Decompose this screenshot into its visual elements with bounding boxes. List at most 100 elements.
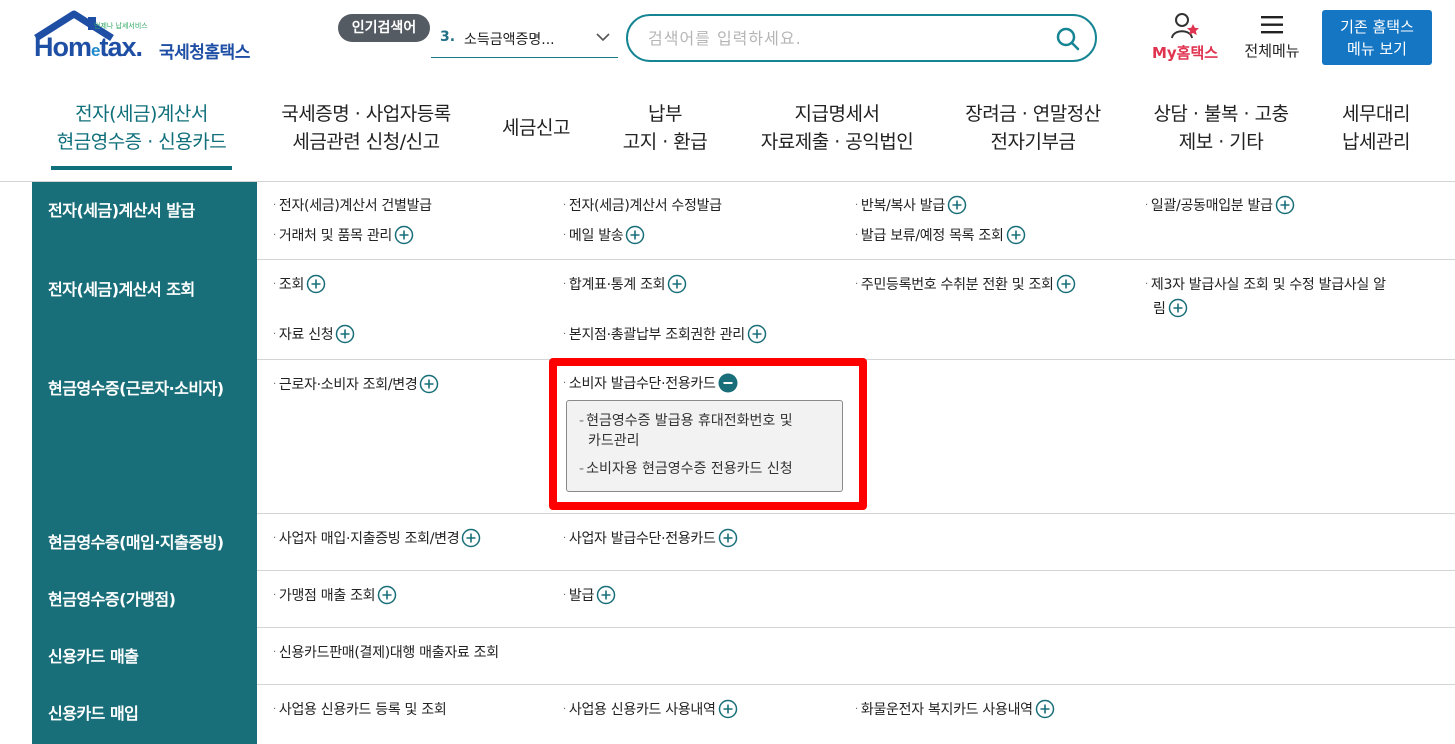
menu-link[interactable]: · 가맹점 매출 조회	[273, 585, 397, 609]
chevron-down-icon	[596, 33, 610, 42]
expand-plus-icon[interactable]	[667, 274, 687, 294]
expand-plus-icon[interactable]	[718, 528, 738, 548]
collapse-minus-icon[interactable]	[718, 373, 738, 393]
menu-link[interactable]: · 사업자 매입·지출증빙 조회/변경	[273, 528, 481, 552]
row-heading: 전자(세금)계산서 발급	[32, 182, 257, 260]
menu-link[interactable]: · 사업용 신용카드 등록 및 조회	[273, 699, 447, 723]
my-hometax-label: My홈택스	[1151, 44, 1219, 62]
hamburger-icon	[1261, 16, 1283, 34]
nav-tab-certificates[interactable]: 국세증명 · 사업자등록 세금관련 신청/신고	[270, 100, 462, 156]
popular-rank: 3.	[440, 29, 456, 45]
popular-term: 소득금액증명...	[464, 32, 555, 48]
menu-link[interactable]: · 근로자·소비자 조회/변경	[273, 374, 439, 398]
search-input[interactable]	[648, 26, 1048, 50]
nav-tab-line: 세무대리	[1342, 103, 1410, 125]
menu-link[interactable]: · 제3자 발급사실 조회 및 수정 발급사실 알림	[1145, 274, 1420, 320]
expand-plus-icon[interactable]	[461, 528, 481, 548]
nav-tab-line: 납세관리	[1342, 131, 1410, 153]
expand-plus-icon[interactable]	[1056, 274, 1076, 294]
submenu-link[interactable]: - 소비자용 현금영수증 전용카드 신청	[579, 459, 834, 479]
nav-tab-payment-statements[interactable]: 지급명세서 자료제출 · 공익법인	[748, 100, 926, 156]
my-hometax-button[interactable]: My홈택스	[1140, 12, 1230, 67]
expand-plus-icon[interactable]	[947, 195, 967, 215]
nav-tab-line: 지급명세서	[794, 103, 880, 125]
nav-tab-line: 장려금 · 연말정산	[965, 103, 1101, 125]
expand-plus-icon[interactable]	[377, 585, 397, 605]
old-hometax-menu-button[interactable]: 기존 홈택스 메뉴 보기	[1322, 10, 1432, 65]
nav-tab-line: 납부	[648, 103, 682, 125]
nav-tab-line: 세금관련 신청/신고	[292, 131, 440, 153]
expand-plus-icon[interactable]	[1275, 195, 1295, 215]
expand-plus-icon[interactable]	[747, 324, 767, 344]
menu-link[interactable]: · 신용카드판매(결제)대행 매출자료 조회	[273, 642, 499, 666]
old-menu-line1: 기존 홈택스	[1340, 18, 1414, 36]
nav-tab-line: 제보 · 기타	[1178, 131, 1264, 153]
nav-tab-line: 현금영수증 · 신용카드	[56, 131, 227, 153]
header: 언제나 납세서비스 Hometax. 국세청홈택스 인기검색어 3. 소득금액증…	[0, 0, 1455, 82]
menu-link[interactable]: · 합계표·통계 조회	[563, 274, 687, 298]
menu-link[interactable]: · 주민등록번호 수취분 전환 및 조회	[855, 274, 1076, 298]
main-nav: 전자(세금)계산서 현금영수증 · 신용카드 국세증명 · 사업자등록 세금관련…	[0, 82, 1455, 182]
menu-link[interactable]: · 본지점·총괄납부 조회권한 관리	[563, 324, 767, 348]
nav-tab-line: 국세증명 · 사업자등록	[281, 103, 451, 125]
menu-row: 전자(세금)계산서 조회 · 조회 · 합계표·통계 조회 · 주민등록번호 수취분 …	[32, 260, 1455, 360]
menu-link[interactable]: · 발급 보류/예정 목록 조회	[855, 225, 1026, 249]
nav-tab-line: 세금신고	[502, 117, 570, 139]
menu-link[interactable]: · 전자(세금)계산서 건별발급	[273, 195, 432, 219]
popular-search-select[interactable]: 3. 소득금액증명...	[431, 22, 618, 58]
menu-link[interactable]: · 전자(세금)계산서 수정발급	[563, 195, 722, 219]
menu-link[interactable]: · 발급	[563, 585, 616, 609]
expand-plus-icon[interactable]	[1035, 699, 1055, 719]
logo-korean-name: 국세청홈택스	[159, 43, 250, 63]
nav-tab-consulting[interactable]: 상담 · 불복 · 고충 제보 · 기타	[1140, 100, 1302, 156]
row-heading: 신용카드 매출	[32, 628, 257, 685]
nav-tab-payment[interactable]: 납부 고지 · 환급	[610, 100, 720, 156]
row-heading: 현금영수증(가맹점)	[32, 571, 257, 628]
search-icon[interactable]	[1055, 26, 1081, 52]
menu-link[interactable]: · 화물운전자 복지카드 사용내역	[855, 699, 1055, 723]
row-heading: 전자(세금)계산서 조회	[32, 260, 257, 360]
all-menu-button[interactable]: 전체메뉴	[1233, 12, 1311, 67]
submenu-link-continued[interactable]: 카드관리	[588, 431, 834, 451]
user-star-icon	[1171, 13, 1199, 39]
menu-link[interactable]: · 일괄/공동매입분 발급	[1145, 195, 1295, 219]
logo-wordmark: Hometax.	[34, 32, 143, 62]
menu-link[interactable]: · 사업용 신용카드 사용내역	[563, 699, 738, 723]
search-box	[626, 14, 1097, 62]
nav-tab-line: 전자(세금)계산서	[75, 103, 208, 125]
row-heading: 현금영수증(근로자·소비자)	[32, 360, 257, 514]
expand-plus-icon[interactable]	[625, 225, 645, 245]
menu-row: 현금영수증(가맹점) · 가맹점 매출 조회 · 발급	[32, 571, 1455, 628]
expand-plus-icon[interactable]	[1006, 225, 1026, 245]
expand-plus-icon[interactable]	[718, 699, 738, 719]
nav-active-underline	[51, 166, 232, 170]
nav-tab-line: 자료제출 · 공익법인	[760, 131, 914, 153]
expand-plus-icon[interactable]	[335, 324, 355, 344]
nav-tab-tax-invoice[interactable]: 전자(세금)계산서 현금영수증 · 신용카드	[51, 100, 232, 156]
expand-plus-icon[interactable]	[394, 225, 414, 245]
all-menu-label: 전체메뉴	[1244, 42, 1300, 60]
nav-tab-line: 상담 · 불복 · 고충	[1153, 103, 1289, 125]
logo-tagline: 언제나 납세서비스	[94, 22, 148, 30]
menu-link[interactable]: · 자료 신청	[273, 324, 355, 348]
menu-link[interactable]: · 거래처 및 품목 관리	[273, 225, 414, 249]
row-heading: 신용카드 매입	[32, 685, 257, 744]
submenu-link[interactable]: - 현금영수증 발급용 휴대전화번호 및	[579, 411, 834, 431]
menu-row: 신용카드 매출 · 신용카드판매(결제)대행 매출자료 조회	[32, 628, 1455, 685]
hometax-logo[interactable]: 언제나 납세서비스 Hometax. 국세청홈택스	[32, 10, 272, 70]
menu-link[interactable]: · 소비자 발급수단·전용카드	[563, 373, 738, 397]
expand-plus-icon[interactable]	[419, 374, 439, 394]
submenu-table: 전자(세금)계산서 발급 · 전자(세금)계산서 건별발급 · 전자(세금)계산서 …	[32, 182, 1455, 744]
menu-link[interactable]: · 메일 발송	[563, 225, 645, 249]
expand-plus-icon[interactable]	[306, 274, 326, 294]
nav-tab-tax-agent[interactable]: 세무대리 납세관리	[1330, 100, 1422, 156]
expand-plus-icon[interactable]	[1168, 298, 1188, 318]
nav-tab-tax-filing[interactable]: 세금신고	[488, 114, 584, 142]
menu-row: 현금영수증(매입·지출증빙) · 사업자 매입·지출증빙 조회/변경 · 사업자 발…	[32, 514, 1455, 571]
popular-search-badge: 인기검색어	[338, 14, 430, 42]
menu-link[interactable]: · 조회	[273, 274, 326, 298]
nav-tab-incentives[interactable]: 장려금 · 연말정산 전자기부금	[952, 100, 1114, 156]
menu-link[interactable]: · 사업자 발급수단·전용카드	[563, 528, 738, 552]
expand-plus-icon[interactable]	[596, 585, 616, 605]
menu-link[interactable]: · 반복/복사 발급	[855, 195, 967, 219]
